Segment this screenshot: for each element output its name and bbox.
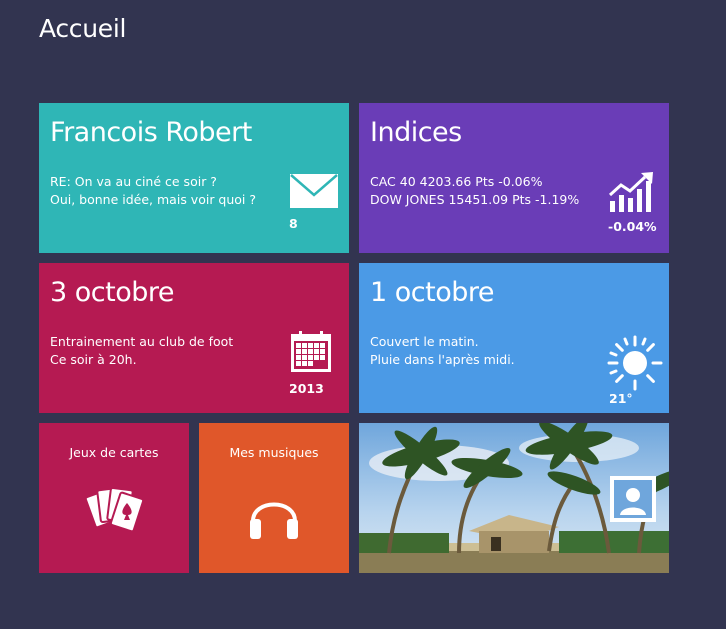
tile-calendar-line2: Ce soir à 20h. bbox=[50, 352, 137, 367]
tile-weather[interactable]: 1 octobre Couvert le matin. Pluie dans l… bbox=[359, 263, 669, 413]
tile-mail-title: Francois Robert bbox=[50, 117, 252, 148]
tile-cards[interactable]: Jeux de cartes bbox=[39, 423, 189, 573]
calendar-icon bbox=[290, 331, 332, 377]
page-title: Accueil bbox=[39, 14, 127, 43]
tile-mail-line1: RE: On va au ciné ce soir ? bbox=[50, 174, 217, 189]
tile-weather-line1: Couvert le matin. bbox=[370, 334, 479, 349]
tile-mail[interactable]: Francois Robert RE: On va au ciné ce soi… bbox=[39, 103, 349, 253]
tile-calendar-year: 2013 bbox=[289, 381, 324, 396]
sun-icon bbox=[607, 335, 663, 395]
tile-photos[interactable] bbox=[359, 423, 669, 573]
tile-stocks-line2: DOW JONES 15451.09 Pts -1.19% bbox=[370, 192, 580, 207]
tile-calendar-line1: Entrainement au club de foot bbox=[50, 334, 234, 349]
tile-weather-title: 1 octobre bbox=[370, 277, 495, 308]
tile-weather-temp: 21° bbox=[609, 391, 633, 406]
portrait-photo-icon bbox=[609, 475, 657, 527]
playing-cards-icon bbox=[39, 483, 189, 537]
tile-stocks[interactable]: Indices CAC 40 4203.66 Pts -0.06% DOW JO… bbox=[359, 103, 669, 253]
tile-calendar-title: 3 octobre bbox=[50, 277, 175, 308]
tile-music-label: Mes musiques bbox=[229, 445, 319, 460]
tile-mail-line2: Oui, bonne idée, mais voir quoi ? bbox=[50, 192, 257, 207]
tile-cards-label: Jeux de cartes bbox=[69, 445, 159, 460]
tile-mail-count: 8 bbox=[289, 216, 298, 231]
tile-calendar[interactable]: 3 octobre Entrainement au club de foot C… bbox=[39, 263, 349, 413]
envelope-icon bbox=[289, 173, 339, 213]
tile-weather-line2: Pluie dans l'après midi. bbox=[370, 352, 515, 367]
tile-stocks-title: Indices bbox=[370, 117, 462, 148]
tile-music[interactable]: Mes musiques bbox=[199, 423, 349, 573]
tile-stocks-line1: CAC 40 4203.66 Pts -0.06% bbox=[370, 174, 543, 189]
chart-rising-icon bbox=[608, 171, 656, 217]
tile-stocks-change: -0.04% bbox=[608, 219, 657, 234]
headphones-icon bbox=[199, 483, 349, 543]
